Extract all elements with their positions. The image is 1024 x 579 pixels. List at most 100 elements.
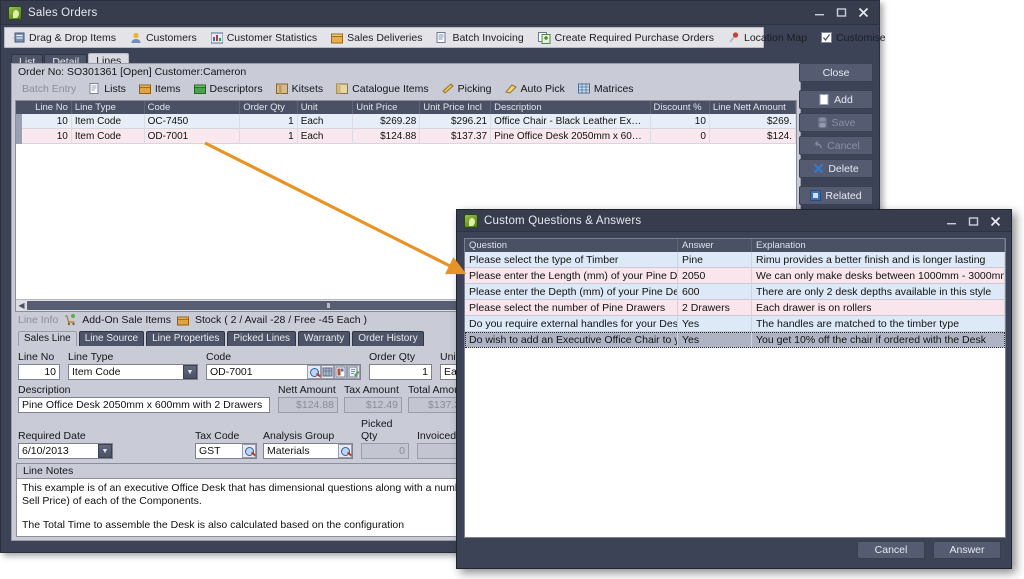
- col-unit[interactable]: Unit: [298, 101, 354, 114]
- sub-toolbar-item-picking[interactable]: Picking: [436, 83, 498, 95]
- sub-toolbar-item-matrices[interactable]: Matrices: [572, 83, 640, 95]
- cell-answer[interactable]: 2050: [678, 268, 752, 284]
- line-type-field[interactable]: Item Code ▼: [68, 364, 198, 380]
- close-icon[interactable]: [853, 3, 873, 21]
- order-qty-field[interactable]: 1: [369, 364, 432, 380]
- table-row[interactable]: Please select the number of Pine Drawers…: [465, 300, 1005, 316]
- table-row[interactable]: Do you require external handles for your…: [465, 316, 1005, 332]
- tab-picked-lines[interactable]: Picked Lines: [227, 331, 296, 346]
- tab-sales-line[interactable]: Sales Line: [18, 331, 77, 346]
- calendar-dropdown-icon[interactable]: ▼: [98, 444, 112, 458]
- cell-answer[interactable]: 2 Drawers: [678, 300, 752, 316]
- add-button[interactable]: Add: [799, 90, 873, 109]
- tab-line-properties[interactable]: Line Properties: [146, 331, 225, 346]
- toolbar-item-drag-drop-items[interactable]: Drag & Drop Items: [5, 28, 123, 47]
- toolbar-item-customise[interactable]: Customise: [814, 28, 893, 47]
- cell-line-type: Item Code: [72, 114, 145, 129]
- analysis-group-search-icon[interactable]: [338, 444, 352, 458]
- tab-line-source[interactable]: Line Source: [79, 331, 144, 346]
- col-description[interactable]: Description: [491, 101, 650, 114]
- cell-answer[interactable]: 600: [678, 284, 752, 300]
- cell-discount: 10: [651, 114, 710, 129]
- dialog-maximize-icon[interactable]: [963, 212, 983, 230]
- col-answer[interactable]: Answer: [678, 239, 752, 252]
- table-row[interactable]: Please enter the Depth (mm) of your Pine…: [465, 284, 1005, 300]
- dialog-answer-button[interactable]: Answer: [933, 541, 1001, 559]
- cancel-button: Cancel: [799, 136, 873, 155]
- toolbar-item-create-required-purchase-orders[interactable]: Create Required Purchase Orders: [531, 28, 721, 47]
- cell-code: OC-7450: [145, 114, 241, 129]
- tax-amount-field: $12.49: [344, 397, 402, 413]
- minimize-icon[interactable]: [809, 3, 829, 21]
- dialog-close-icon[interactable]: [985, 212, 1005, 230]
- tax-code-label: Tax Code: [195, 430, 257, 442]
- dialog-minimize-icon[interactable]: [941, 212, 961, 230]
- add-on-sale-items-label[interactable]: Add-On Sale Items: [82, 314, 171, 326]
- toolbar-label: Create Required Purchase Orders: [555, 32, 714, 44]
- delete-button[interactable]: Delete: [799, 159, 873, 178]
- sub-toolbar-item-lists[interactable]: Lists: [83, 83, 132, 95]
- sub-toolbar-item-descriptors[interactable]: Descriptors: [188, 83, 269, 95]
- col-explanation[interactable]: Explanation: [752, 239, 1005, 252]
- toolbar-item-customers[interactable]: Customers: [123, 28, 204, 47]
- line-no-field[interactable]: 10: [18, 364, 60, 380]
- tab-order-history[interactable]: Order History: [352, 331, 423, 346]
- tab-warranty[interactable]: Warranty: [298, 331, 350, 346]
- related-button[interactable]: Related: [799, 186, 873, 205]
- order-summary-bar: Order No: SO301361 [Open] Customer:Camer…: [12, 64, 800, 79]
- cell-unit-price-incl: $137.37: [420, 129, 491, 144]
- dialog-button-bar: Cancel Answer: [857, 541, 1001, 559]
- dialog-cancel-button[interactable]: Cancel: [857, 541, 925, 559]
- sub-toolbar-item-batch-entry[interactable]: Batch Entry: [16, 83, 82, 95]
- col-order-qty[interactable]: Order Qty: [240, 101, 297, 114]
- save-button-label: Save: [832, 117, 856, 129]
- col-unit-price[interactable]: Unit Price: [353, 101, 420, 114]
- code-field[interactable]: OD-7001: [206, 364, 361, 380]
- cell-line-nett: $269.: [710, 114, 796, 129]
- sub-toolbar-item-items[interactable]: Items: [133, 83, 187, 95]
- questions-grid-header: Question Answer Explanation: [465, 239, 1005, 252]
- col-line-no[interactable]: Line No: [22, 101, 72, 114]
- col-discount[interactable]: Discount %: [651, 101, 710, 114]
- scroll-left-icon[interactable]: ◀: [16, 300, 27, 311]
- table-row[interactable]: 10 Item Code OD-7001 1 Each $124.88 $137…: [16, 129, 796, 144]
- related-icon: [810, 190, 821, 201]
- grid-lookup-icon[interactable]: [321, 365, 334, 379]
- cell-answer[interactable]: Pine: [678, 252, 752, 268]
- analysis-group-field[interactable]: Materials: [263, 443, 353, 459]
- sub-toolbar-label: Kitsets: [292, 83, 324, 95]
- line-info-label: Line Info: [18, 314, 58, 326]
- toolbar-item-location-map[interactable]: Location Map: [721, 28, 814, 47]
- required-date-field[interactable]: 6/10/2013 ▼: [18, 443, 113, 459]
- item-detail-icon[interactable]: [334, 365, 347, 379]
- col-line-type[interactable]: Line Type: [72, 101, 145, 114]
- sub-toolbar-item-catalogue-items[interactable]: Catalogue Items: [330, 83, 434, 95]
- maximize-icon[interactable]: [831, 3, 851, 21]
- toolbar-item-sales-deliveries[interactable]: Sales Deliveries: [324, 28, 429, 47]
- col-question[interactable]: Question: [465, 239, 678, 252]
- edit-note-icon[interactable]: [347, 365, 360, 379]
- sub-toolbar-item-auto-pick[interactable]: Auto Pick: [499, 83, 571, 95]
- items-box-icon: [139, 83, 151, 94]
- toolbar-item-customer-statistics[interactable]: Customer Statistics: [204, 28, 324, 47]
- toolbar-item-batch-invoicing[interactable]: Batch Invoicing: [429, 28, 530, 47]
- col-unit-price-incl[interactable]: Unit Price Incl: [420, 101, 491, 114]
- descriptor-icon: [194, 83, 206, 94]
- tax-code-search-icon[interactable]: [242, 444, 256, 458]
- col-line-nett-amount[interactable]: Line Nett Amount: [710, 101, 796, 114]
- kitset-icon: [276, 83, 288, 94]
- search-icon[interactable]: [307, 365, 321, 379]
- cell-discount: 0: [651, 129, 710, 144]
- chevron-down-icon[interactable]: ▼: [183, 365, 197, 379]
- close-button[interactable]: Close: [799, 63, 873, 82]
- table-row[interactable]: 10 Item Code OC-7450 1 Each $269.28 $296…: [16, 114, 796, 129]
- table-row[interactable]: Please select the type of Timber Pine Ri…: [465, 252, 1005, 268]
- tax-code-field[interactable]: GST: [195, 443, 257, 459]
- table-row[interactable]: Please enter the Length (mm) of your Pin…: [465, 268, 1005, 284]
- sub-toolbar-item-kitsets[interactable]: Kitsets: [270, 83, 330, 95]
- table-row[interactable]: Do wish to add an Executive Office Chair…: [465, 332, 1005, 348]
- col-code[interactable]: Code: [145, 101, 241, 114]
- description-field[interactable]: Pine Office Desk 2050mm x 600mm with 2 D…: [18, 397, 270, 413]
- cell-answer[interactable]: Yes: [678, 332, 752, 348]
- cell-answer[interactable]: Yes: [678, 316, 752, 332]
